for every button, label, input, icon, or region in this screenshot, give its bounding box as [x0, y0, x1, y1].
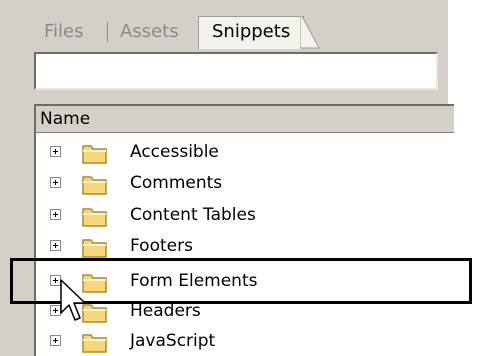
list-item-accessible[interactable]: Accessible: [36, 137, 448, 168]
folder-icon: [82, 145, 107, 164]
tab-snippets-label: Snippets: [212, 21, 291, 42]
list-item-label: Accessible: [130, 142, 219, 162]
expand-icon[interactable]: [50, 209, 61, 220]
list-item-label: Content Tables: [130, 205, 256, 225]
expand-icon[interactable]: [50, 146, 61, 157]
folder-icon: [82, 334, 107, 353]
column-header-name[interactable]: [36, 106, 454, 133]
folder-icon: [82, 208, 107, 227]
snippet-search-input[interactable]: [34, 52, 438, 90]
expand-icon[interactable]: [50, 240, 61, 251]
tab-assets[interactable]: Assets: [120, 18, 179, 46]
column-header-label: Name: [40, 109, 91, 129]
snippets-panel: Files Assets Snippets Name Accessible Co…: [0, 0, 480, 356]
list-item-label: JavaScript: [130, 331, 216, 351]
list-item-content-tables[interactable]: Content Tables: [36, 200, 448, 231]
list-item-comments[interactable]: Comments: [36, 168, 448, 199]
list-item-javascript[interactable]: JavaScript: [36, 326, 448, 356]
folder-icon: [82, 176, 107, 195]
expand-icon[interactable]: [50, 177, 61, 188]
mouse-pointer-icon: [60, 279, 86, 321]
list-item-label: Comments: [130, 173, 223, 193]
expand-icon[interactable]: [50, 335, 61, 346]
tab-divider: [107, 22, 108, 42]
tab-snippets-slant: [300, 16, 320, 49]
folder-icon: [82, 239, 107, 258]
tab-files[interactable]: Files: [44, 18, 84, 46]
